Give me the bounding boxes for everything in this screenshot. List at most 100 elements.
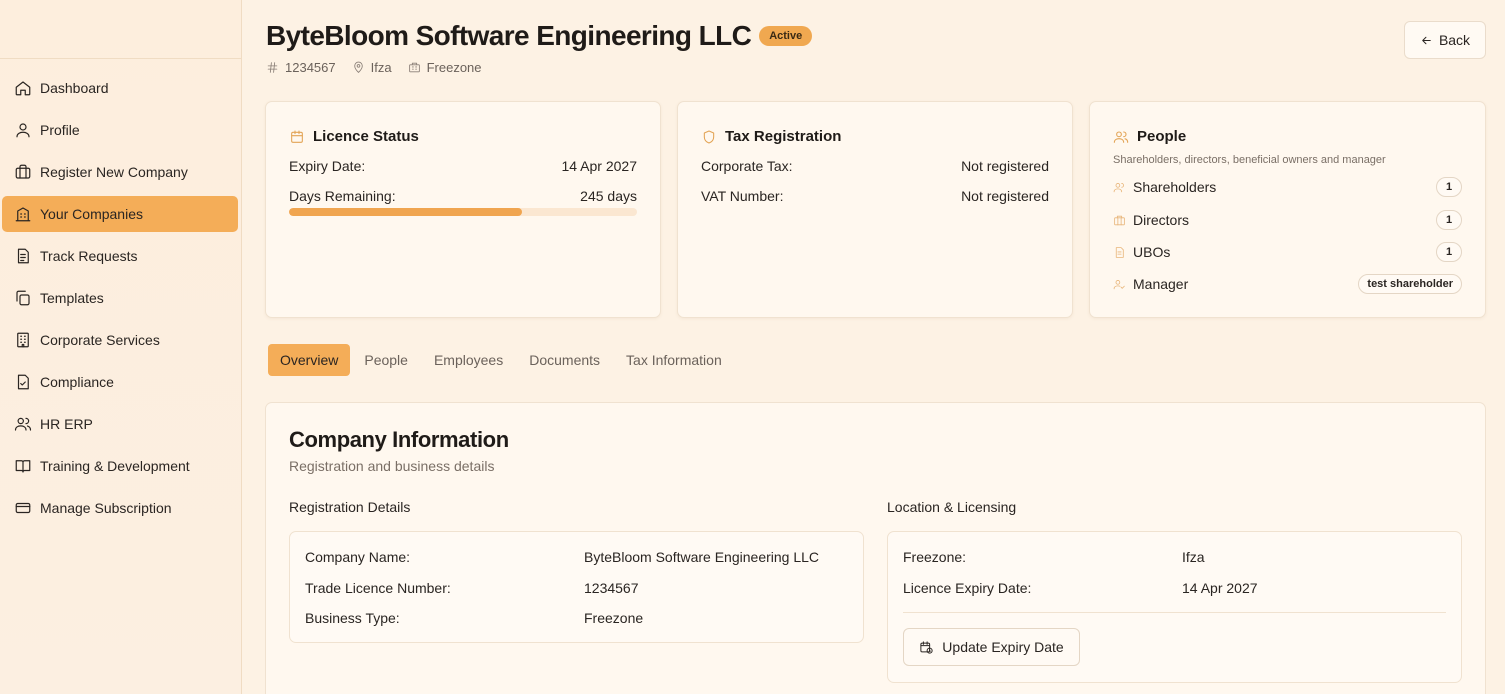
tab-bar: Overview People Employees Documents Tax …	[268, 344, 736, 376]
location-licensing-box: Freezone: Ifza Licence Expiry Date: 14 A…	[887, 531, 1462, 683]
directors-label: Directors	[1133, 212, 1190, 228]
sidebar-item-label: HR ERP	[40, 416, 93, 432]
type-text: Freezone	[426, 60, 482, 75]
credit-card-icon	[13, 498, 33, 518]
sidebar-item-training-development[interactable]: Training & Development	[2, 448, 238, 484]
main-content: ByteBloom Software Engineering LLC Activ…	[242, 0, 1505, 694]
tax-registration-title: Tax Registration	[701, 128, 841, 145]
user-icon	[13, 120, 33, 140]
manager-label: Manager	[1133, 276, 1189, 292]
people-title: People	[1113, 128, 1186, 145]
company-information-title: Company Information	[289, 427, 509, 452]
company-name-label: Company Name:	[305, 549, 411, 565]
expiry-value: 14 Apr 2027	[561, 158, 637, 174]
location-text: Ifza	[370, 60, 392, 75]
manager-row[interactable]: Manager test shareholder	[1113, 274, 1462, 294]
licence-progress-bar	[289, 208, 637, 216]
sidebar-item-label: Corporate Services	[40, 332, 160, 348]
card-title-text: Licence Status	[313, 128, 419, 145]
card-title-text: Tax Registration	[725, 128, 842, 145]
file-check-icon	[13, 372, 33, 392]
tab-people[interactable]: People	[352, 344, 420, 376]
building-icon	[13, 204, 33, 224]
tab-employees[interactable]: Employees	[422, 344, 515, 376]
sidebar-item-label: Templates	[40, 290, 104, 306]
sidebar-item-dashboard[interactable]: Dashboard	[2, 70, 238, 106]
users-icon	[1113, 182, 1124, 192]
registration-details-box: Company Name: ByteBloom Software Enginee…	[289, 531, 864, 643]
vat-value: Not registered	[961, 188, 1049, 204]
status-badge: Active	[759, 26, 813, 46]
shield-icon	[703, 129, 715, 144]
manager-label-group: Manager	[1113, 276, 1188, 292]
ubos-label: UBOs	[1133, 244, 1171, 260]
sidebar-item-label: Manage Subscription	[40, 500, 172, 516]
page-title: ByteBloom Software Engineering LLC	[266, 20, 752, 51]
ubos-row[interactable]: UBOs 1	[1113, 242, 1462, 262]
vat-row: VAT Number: Not registered	[701, 188, 1049, 204]
calendar-icon	[291, 129, 303, 143]
sidebar-item-corporate-services[interactable]: Corporate Services	[2, 322, 238, 358]
type-meta: Freezone	[408, 60, 482, 75]
sidebar-item-compliance[interactable]: Compliance	[2, 364, 238, 400]
divider	[903, 612, 1446, 613]
days-remaining-label: Days Remaining:	[289, 188, 396, 204]
manager-value: test shareholder	[1358, 274, 1462, 294]
directors-row[interactable]: Directors 1	[1113, 210, 1462, 230]
sidebar-item-hr-erp[interactable]: HR ERP	[2, 406, 238, 442]
document-icon	[1115, 246, 1124, 258]
sidebar-nav: Dashboard Profile Register New Company Y…	[2, 70, 238, 532]
freezone-label: Freezone:	[903, 549, 967, 565]
licence-expiry-label: Licence Expiry Date:	[903, 580, 1032, 596]
sidebar-item-label: Compliance	[40, 374, 114, 390]
copy-icon	[13, 288, 33, 308]
ubos-label-group: UBOs	[1113, 244, 1170, 260]
location-meta: Ifza	[352, 60, 392, 75]
back-button[interactable]: Back	[1404, 21, 1486, 59]
sidebar-item-your-companies[interactable]: Your Companies	[2, 196, 238, 232]
company-name-row: Company Name: ByteBloom Software Enginee…	[305, 549, 848, 565]
sidebar-item-label: Your Companies	[40, 206, 143, 222]
sidebar-item-label: Dashboard	[40, 80, 109, 96]
corporate-tax-label: Corporate Tax:	[701, 158, 793, 174]
tab-tax-information[interactable]: Tax Information	[614, 344, 734, 376]
app-root: Dashboard Profile Register New Company Y…	[0, 0, 1505, 694]
briefcase-icon	[13, 162, 33, 182]
business-type-row: Business Type: Freezone	[305, 610, 848, 626]
sidebar-item-label: Training & Development	[40, 458, 190, 474]
company-information-subtitle: Registration and business details	[289, 458, 495, 474]
ubos-count: 1	[1436, 242, 1462, 262]
people-card: People Shareholders, directors, benefici…	[1089, 101, 1486, 318]
freezone-row: Freezone: Ifza	[903, 549, 1446, 565]
shareholders-row[interactable]: Shareholders 1	[1113, 177, 1462, 197]
sidebar-item-track-requests[interactable]: Track Requests	[2, 238, 238, 274]
user-check-icon	[1113, 279, 1125, 289]
sidebar-item-label: Register New Company	[40, 164, 188, 180]
tab-overview[interactable]: Overview	[268, 344, 351, 376]
sidebar-item-templates[interactable]: Templates	[2, 280, 238, 316]
licence-status-title: Licence Status	[289, 128, 419, 145]
directors-count: 1	[1436, 210, 1462, 230]
licence-expiry-value: 14 Apr 2027	[1182, 580, 1258, 596]
sidebar-item-manage-subscription[interactable]: Manage Subscription	[2, 490, 238, 526]
users-icon	[1113, 130, 1129, 143]
document-icon	[13, 246, 33, 266]
shareholders-count: 1	[1436, 177, 1462, 197]
sidebar-divider	[0, 58, 242, 59]
sidebar-item-register-new-company[interactable]: Register New Company	[2, 154, 238, 190]
update-expiry-date-button[interactable]: Update Expiry Date	[903, 628, 1080, 666]
map-pin-icon	[353, 61, 363, 73]
expiry-row: Expiry Date: 14 Apr 2027	[289, 158, 637, 174]
business-type-label: Business Type:	[305, 610, 400, 626]
sidebar-item-label: Profile	[40, 122, 80, 138]
business-type-value: Freezone	[584, 610, 644, 626]
hash-icon	[267, 62, 278, 73]
days-remaining-row: Days Remaining: 245 days	[289, 188, 637, 204]
home-icon	[13, 78, 33, 98]
tab-documents[interactable]: Documents	[517, 344, 612, 376]
sidebar-item-profile[interactable]: Profile	[2, 112, 238, 148]
people-subtitle: Shareholders, directors, beneficial owne…	[1113, 154, 1386, 166]
tax-registration-card: Tax Registration Corporate Tax: Not regi…	[677, 101, 1073, 318]
office-icon	[13, 330, 33, 350]
vat-label: VAT Number:	[701, 188, 784, 204]
